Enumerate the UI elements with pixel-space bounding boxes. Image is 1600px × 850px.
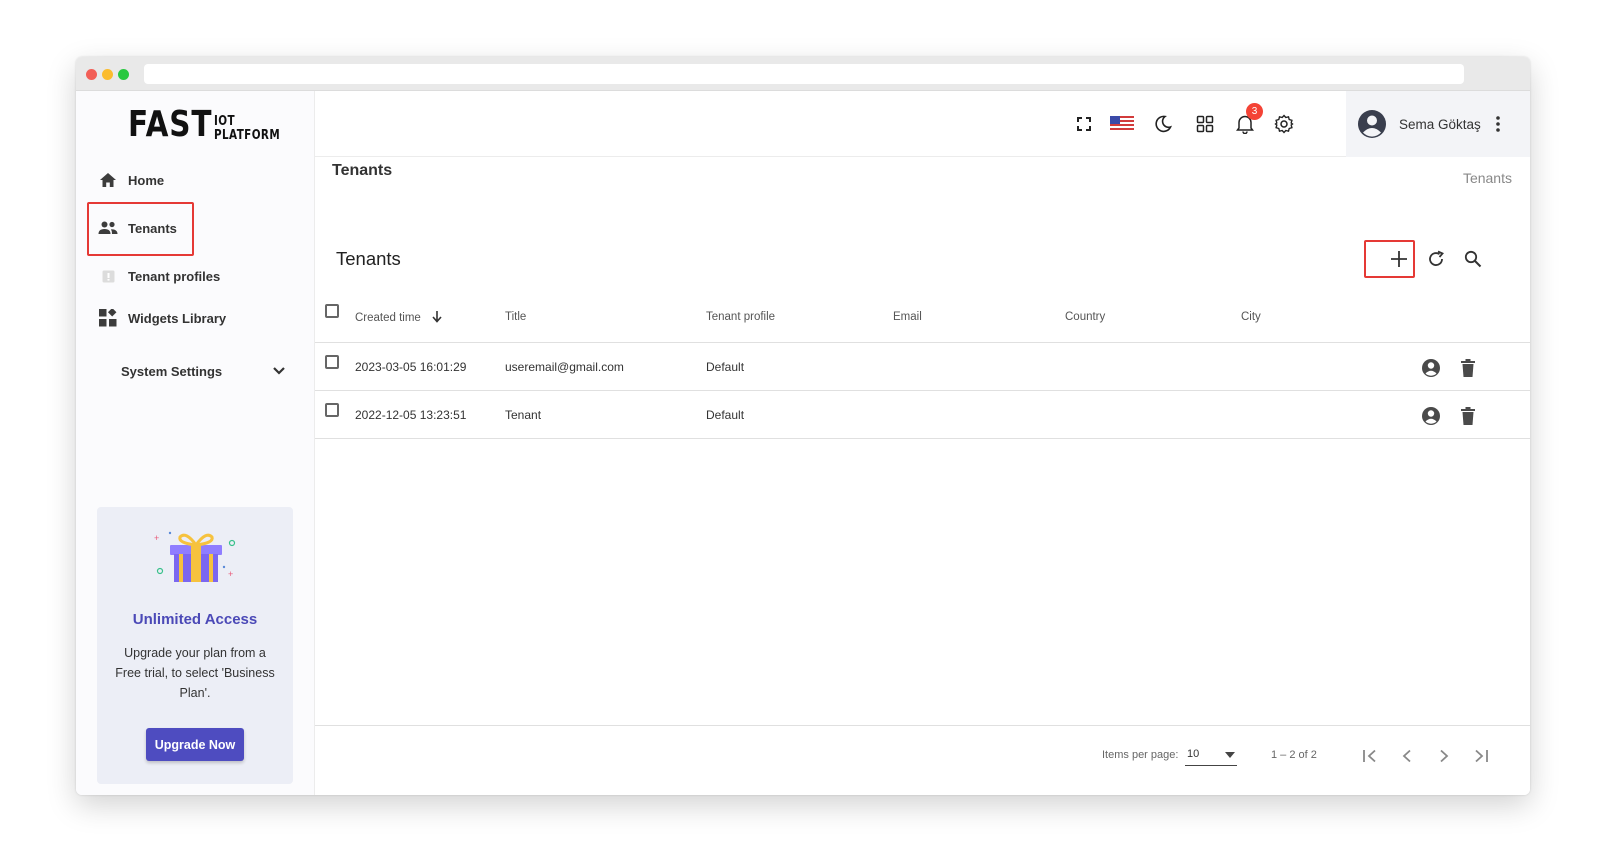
pagination-range: 1 – 2 of 2 <box>1271 749 1317 761</box>
refresh-button[interactable] <box>1421 244 1451 274</box>
manage-users-button[interactable] <box>1420 357 1442 379</box>
breadcrumb[interactable]: Tenants <box>1463 170 1512 186</box>
first-page-button[interactable] <box>1356 742 1384 770</box>
promo-title: Unlimited Access <box>132 611 258 628</box>
cell-title: Tenant <box>505 408 542 422</box>
table-row[interactable]: 2022-12-05 13:23:51 Tenant Default <box>315 391 1530 439</box>
app-window: FAST IOT PLATFORM Home Tenants Tenant pr… <box>76 57 1530 795</box>
home-icon <box>98 170 118 190</box>
column-tenant-profile[interactable]: Tenant profile <box>706 311 775 323</box>
us-flag-icon[interactable] <box>1109 111 1135 137</box>
sidebar-item-home[interactable]: Home <box>76 160 315 200</box>
chevron-right-icon <box>1440 749 1449 763</box>
logo-main: FAST <box>128 104 213 145</box>
cell-created-time: 2022-12-05 13:23:51 <box>355 408 467 422</box>
previous-page-button[interactable] <box>1393 742 1421 770</box>
select-all-checkbox[interactable] <box>325 304 339 318</box>
more-vertical-icon[interactable] <box>1495 115 1501 133</box>
sidebar-item-label: System Settings <box>121 363 223 379</box>
dark-mode-moon-icon[interactable] <box>1150 111 1176 137</box>
upgrade-now-button[interactable]: Upgrade Now <box>146 728 244 761</box>
dropdown-arrow-icon <box>1225 752 1235 758</box>
search-button[interactable] <box>1458 244 1488 274</box>
cell-title: useremail@gmail.com <box>505 360 624 374</box>
manage-users-button[interactable] <box>1420 405 1442 427</box>
logo-sub: IOT PLATFORM <box>214 114 281 143</box>
sidebar-item-system-settings[interactable]: System Settings <box>76 351 315 391</box>
upgrade-promo-card: + + Unlimited Access Upgrade your plan f… <box>97 507 293 784</box>
row-checkbox[interactable] <box>325 403 339 417</box>
address-bar[interactable] <box>144 64 1464 84</box>
cell-tenant-profile: Default <box>706 408 745 422</box>
column-email[interactable]: Email <box>893 311 922 323</box>
minimize-window-dot[interactable] <box>102 69 113 80</box>
refresh-icon <box>1429 250 1444 266</box>
notification-bell-icon[interactable]: 3 <box>1232 103 1263 137</box>
svg-text:+: + <box>154 533 159 543</box>
gift-icon: + + <box>154 531 236 582</box>
notification-badge: 3 <box>1246 103 1263 120</box>
user-menu[interactable]: Sema Göktaş <box>1346 91 1530 157</box>
first-page-icon <box>1363 749 1376 763</box>
items-per-page-value: 10 <box>1187 748 1200 760</box>
sidebar-item-label: Home <box>128 172 165 188</box>
widgets-icon <box>98 308 118 328</box>
user-name: Sema Göktaş <box>1399 116 1481 132</box>
last-page-button[interactable] <box>1467 742 1495 770</box>
sidebar-item-widgets-library[interactable]: Widgets Library <box>76 298 315 338</box>
column-label: Created time <box>355 312 421 324</box>
profile-icon <box>98 266 118 286</box>
account-circle-icon <box>1422 359 1440 377</box>
trash-icon <box>1461 407 1475 425</box>
table-row[interactable]: 2023-03-05 16:01:29 useremail@gmail.com … <box>315 343 1530 391</box>
svg-text:+: + <box>228 569 233 579</box>
cell-tenant-profile: Default <box>706 360 745 374</box>
pagination-bar: Items per page: 10 1 – 2 of 2 <box>315 725 1530 795</box>
column-city[interactable]: City <box>1241 311 1261 323</box>
promo-description: Upgrade your plan from a Free trial, to … <box>115 646 275 700</box>
browser-chrome <box>76 57 1530 91</box>
sidebar-item-label: Tenant profiles <box>128 268 221 284</box>
sidebar: FAST IOT PLATFORM Home Tenants Tenant pr… <box>76 91 315 795</box>
column-country[interactable]: Country <box>1065 311 1105 323</box>
row-checkbox[interactable] <box>325 355 339 369</box>
items-per-page-select[interactable]: 10 <box>1185 744 1237 766</box>
chevron-down-icon <box>269 361 289 381</box>
chevron-left-icon <box>1402 749 1411 763</box>
maximize-window-dot[interactable] <box>118 69 129 80</box>
highlight-box-tenants <box>87 202 194 256</box>
delete-button[interactable] <box>1457 357 1479 379</box>
cell-created-time: 2023-03-05 16:01:29 <box>355 360 467 374</box>
search-icon <box>1464 250 1482 268</box>
delete-button[interactable] <box>1457 405 1479 427</box>
close-window-dot[interactable] <box>86 69 97 80</box>
sidebar-item-label: Widgets Library <box>128 310 227 326</box>
highlight-box-add <box>1364 240 1415 278</box>
table-header: Created time Title Tenant profile Email … <box>315 294 1530 343</box>
last-page-icon <box>1475 749 1488 763</box>
logo: FAST IOT PLATFORM <box>128 107 314 143</box>
next-page-button[interactable] <box>1430 742 1458 770</box>
items-per-page-label: Items per page: <box>1102 749 1179 761</box>
apps-grid-icon[interactable] <box>1192 111 1218 137</box>
trash-icon <box>1461 359 1475 377</box>
fullscreen-icon[interactable] <box>1071 111 1097 137</box>
top-header: 3 Sema Göktaş <box>315 91 1530 157</box>
page-title: Tenants <box>332 162 393 179</box>
column-title[interactable]: Title <box>505 311 526 323</box>
table-title: Tenants <box>336 248 401 269</box>
gear-icon[interactable] <box>1271 111 1297 137</box>
user-avatar-icon <box>1358 110 1386 138</box>
column-created-time[interactable]: Created time <box>355 311 442 324</box>
sidebar-item-tenant-profiles[interactable]: Tenant profiles <box>76 256 315 296</box>
arrow-down-icon <box>432 311 442 323</box>
account-circle-icon <box>1422 407 1440 425</box>
